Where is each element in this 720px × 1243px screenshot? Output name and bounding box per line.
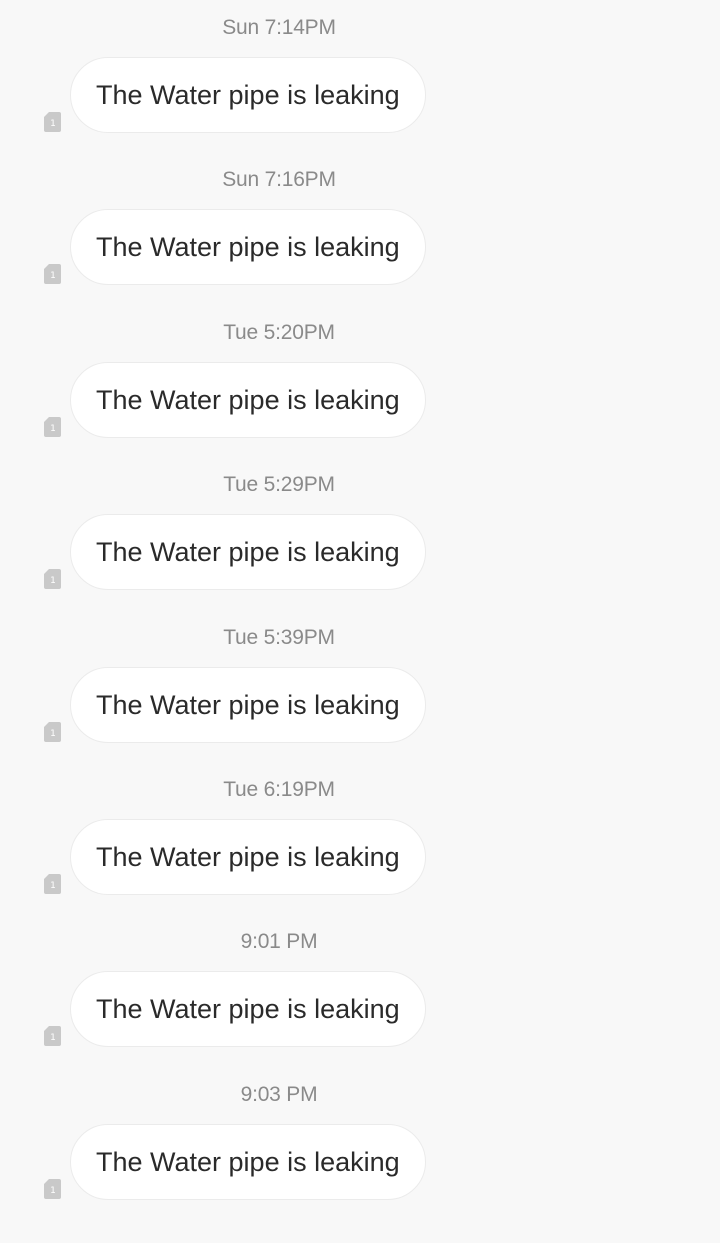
message-timestamp: Tue 5:39PM bbox=[223, 626, 335, 649]
message-group: 9:01 PM The Water pipe is leaking 1 bbox=[0, 914, 720, 1066]
message-text: The Water pipe is leaking bbox=[96, 231, 400, 262]
message-timestamp: Tue 5:20PM bbox=[223, 321, 335, 344]
sim-number: 1 bbox=[50, 424, 56, 434]
sim-card-icon: 1 bbox=[44, 722, 61, 742]
message-group: Tue 6:19PM The Water pipe is leaking 1 bbox=[0, 762, 720, 914]
sim-card-icon: 1 bbox=[44, 112, 61, 132]
sim-card-icon: 1 bbox=[44, 417, 61, 437]
message-bubble[interactable]: The Water pipe is leaking bbox=[70, 362, 426, 438]
message-timestamp: Tue 6:19PM bbox=[223, 778, 335, 801]
sim-card-icon: 1 bbox=[44, 264, 61, 284]
sim-number: 1 bbox=[50, 1033, 56, 1043]
message-bubble[interactable]: The Water pipe is leaking bbox=[70, 209, 426, 285]
message-text: The Water pipe is leaking bbox=[96, 841, 400, 872]
message-group: Sun 7:14PM The Water pipe is leaking 1 bbox=[0, 0, 720, 152]
message-bubble[interactable]: The Water pipe is leaking bbox=[70, 667, 426, 743]
message-bubble[interactable]: The Water pipe is leaking bbox=[70, 57, 426, 133]
message-bubble[interactable]: The Water pipe is leaking bbox=[70, 819, 426, 895]
message-text: The Water pipe is leaking bbox=[96, 689, 400, 720]
message-text: The Water pipe is leaking bbox=[96, 1146, 400, 1177]
sim-number: 1 bbox=[50, 271, 56, 281]
message-group: Tue 5:39PM The Water pipe is leaking 1 bbox=[0, 610, 720, 762]
message-bubble[interactable]: The Water pipe is leaking bbox=[70, 1124, 426, 1200]
message-timestamp: Sun 7:14PM bbox=[222, 16, 336, 39]
sim-number: 1 bbox=[50, 1186, 56, 1196]
message-thread[interactable]: Sun 7:14PM The Water pipe is leaking 1 S… bbox=[0, 0, 720, 1243]
message-bubble[interactable]: The Water pipe is leaking bbox=[70, 514, 426, 590]
message-text: The Water pipe is leaking bbox=[96, 79, 400, 110]
sim-card-icon: 1 bbox=[44, 569, 61, 589]
message-group: Tue 5:29PM The Water pipe is leaking 1 bbox=[0, 457, 720, 609]
sim-number: 1 bbox=[50, 119, 56, 129]
message-text: The Water pipe is leaking bbox=[96, 993, 400, 1024]
message-bubble[interactable]: The Water pipe is leaking bbox=[70, 971, 426, 1047]
sim-card-icon: 1 bbox=[44, 1179, 61, 1199]
message-group: Tue 5:20PM The Water pipe is leaking 1 bbox=[0, 305, 720, 457]
sim-number: 1 bbox=[50, 881, 56, 891]
sim-card-icon: 1 bbox=[44, 874, 61, 894]
message-timestamp: 9:01 PM bbox=[240, 930, 318, 953]
message-timestamp: Tue 5:29PM bbox=[223, 473, 335, 496]
message-text: The Water pipe is leaking bbox=[96, 536, 400, 567]
sim-number: 1 bbox=[50, 729, 56, 739]
message-timestamp: Sun 7:16PM bbox=[222, 168, 336, 191]
message-text: The Water pipe is leaking bbox=[96, 384, 400, 415]
message-timestamp: 9:03 PM bbox=[240, 1083, 318, 1106]
sim-number: 1 bbox=[50, 576, 56, 586]
sim-card-icon: 1 bbox=[44, 1026, 61, 1046]
message-group: 9:03 PM The Water pipe is leaking 1 bbox=[0, 1067, 720, 1219]
message-group: Sun 7:16PM The Water pipe is leaking 1 bbox=[0, 152, 720, 304]
